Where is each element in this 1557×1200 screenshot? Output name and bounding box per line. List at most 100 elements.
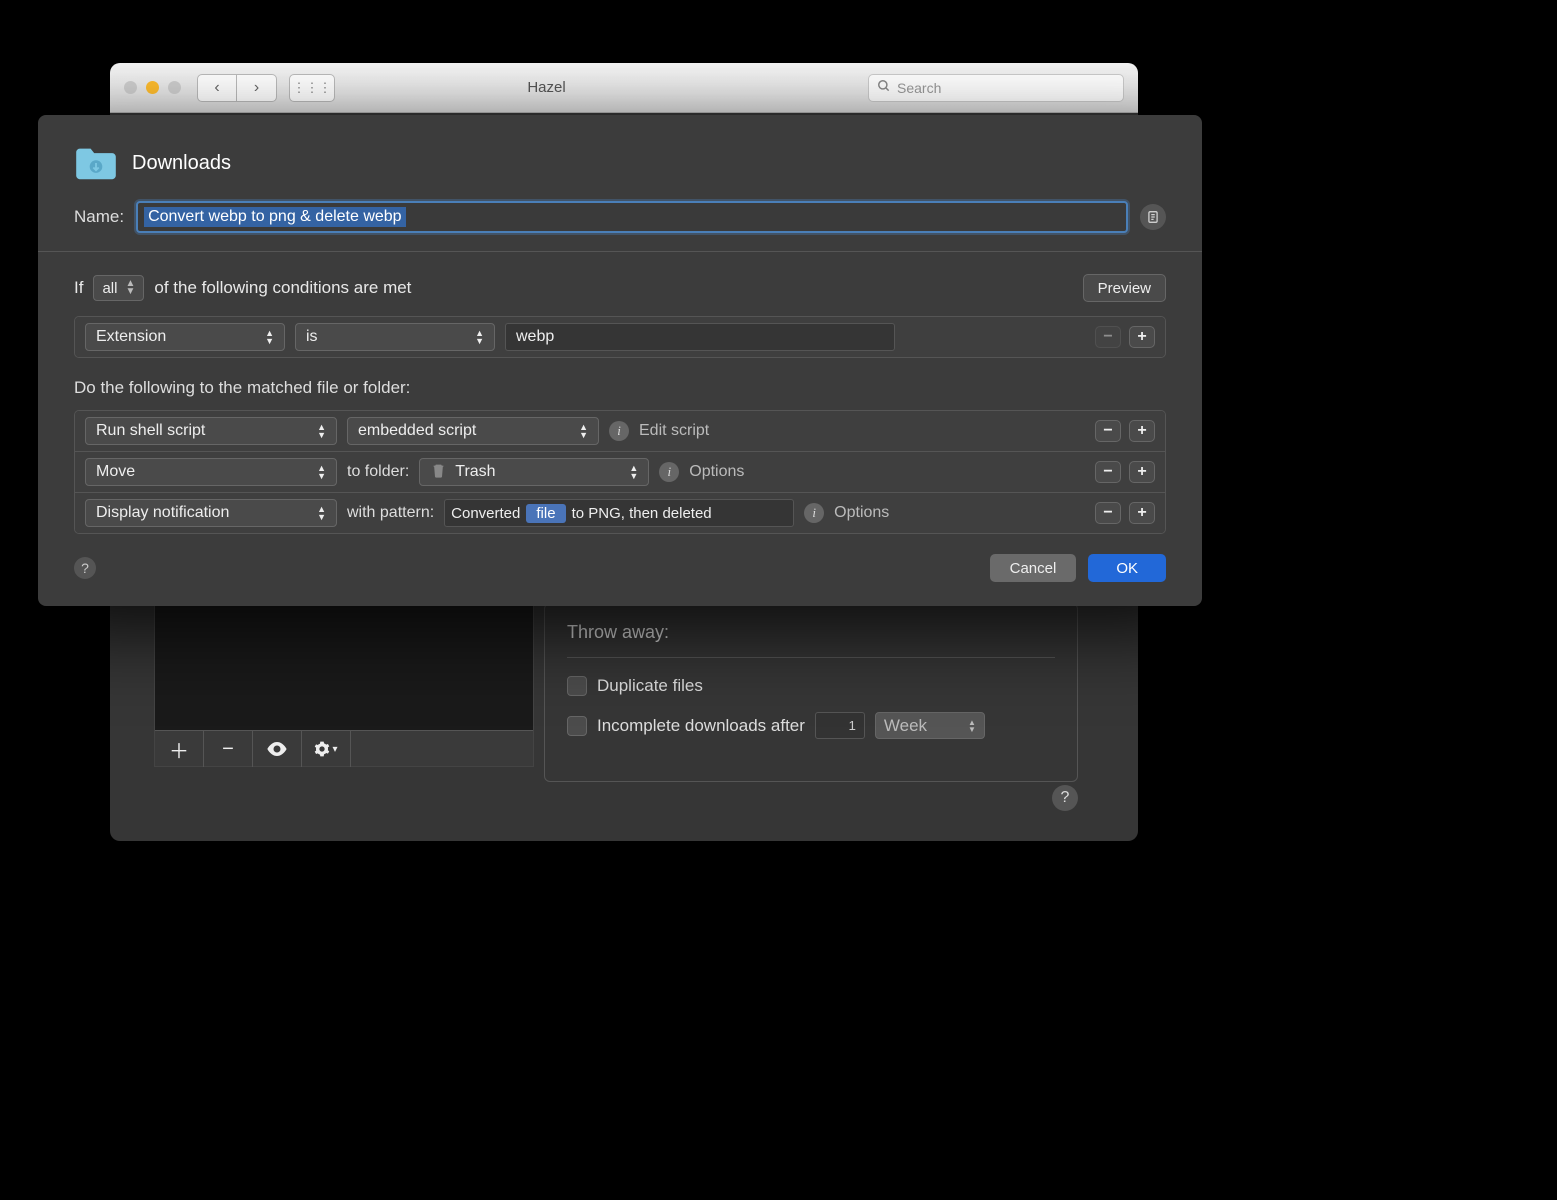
options-link[interactable]: Options [834,504,889,522]
grid-view-button[interactable]: ⋮⋮⋮ [289,74,335,102]
back-button[interactable]: ‹ [197,74,237,102]
attribute-value: Extension [96,328,166,346]
action-type-select[interactable]: Display notification ▲▼ [85,499,337,527]
script-source-value: embedded script [358,422,476,440]
window-title: Hazel [335,79,758,96]
rule-name-input[interactable]: Convert webp to png & delete webp [136,201,1128,233]
if-post-text: of the following conditions are met [154,278,411,298]
minimize-window-button[interactable] [146,81,159,94]
pattern-text: Converted [451,505,520,522]
search-input[interactable]: Search [868,74,1124,102]
cancel-button[interactable]: Cancel [990,554,1077,582]
nav-buttons: ‹ › [197,74,277,102]
row-buttons: − + [1095,420,1155,442]
divider [38,251,1202,252]
stepper-arrows-icon: ▲▼ [475,329,484,345]
incomplete-downloads-row: Incomplete downloads after Week ▲▼ [567,712,1055,739]
incomplete-unit-select[interactable]: Week ▲▼ [875,712,985,739]
stepper-arrows-icon: ▲▼ [968,719,976,733]
remove-action-button[interactable]: − [1095,420,1121,442]
grid-icon: ⋮⋮⋮ [293,80,332,96]
divider [567,657,1055,658]
incomplete-downloads-label: Incomplete downloads after [597,716,805,736]
stepper-arrows-icon: ▲▼ [317,423,326,439]
incomplete-downloads-checkbox[interactable] [567,716,587,736]
unit-value: Week [884,716,927,736]
condition-row: Extension ▲▼ is ▲▼ − + [75,317,1165,357]
remove-condition-button[interactable]: − [1095,326,1121,348]
condition-operator-select[interactable]: is ▲▼ [295,323,495,351]
rules-toolbar: ＋ − ▾ [155,730,533,766]
pattern-text: to PNG, then deleted [572,505,712,522]
target-value: Trash [455,463,495,481]
rules-list-panel: ＋ − ▾ [154,603,534,767]
condition-attribute-select[interactable]: Extension ▲▼ [85,323,285,351]
ok-button[interactable]: OK [1088,554,1166,582]
throw-away-panel: Throw away: Duplicate files Incomplete d… [544,603,1078,782]
info-icon[interactable]: i [659,462,679,482]
preview-button[interactable]: Preview [1083,274,1166,302]
edit-script-link[interactable]: Edit script [639,422,709,440]
action-row: Move ▲▼ to folder: Trash ▲▼ i Options − … [75,452,1165,493]
chevron-right-icon: › [254,79,259,97]
operator-value: is [306,328,318,346]
folder-name: Downloads [132,152,231,175]
info-icon[interactable]: i [609,421,629,441]
notification-pattern-input[interactable]: Converted file to PNG, then deleted [444,499,794,527]
target-folder-select[interactable]: Trash ▲▼ [419,458,649,486]
row-buttons: − + [1095,502,1155,524]
rule-editor-dialog: Downloads Name: Convert webp to png & de… [38,115,1202,606]
name-row: Name: Convert webp to png & delete webp [74,201,1166,233]
throw-away-title: Throw away: [567,622,1055,643]
add-rule-button[interactable]: ＋ [155,731,204,767]
stepper-arrows-icon: ▲▼ [579,423,588,439]
stepper-arrows-icon: ▲▼ [317,464,326,480]
duplicate-files-checkbox[interactable] [567,676,587,696]
chevron-left-icon: ‹ [214,79,219,97]
remove-rule-button[interactable]: − [204,731,253,767]
close-window-button[interactable] [124,81,137,94]
folder-icon [74,145,118,181]
actions-label: Do the following to the matched file or … [74,378,1166,398]
remove-action-button[interactable]: − [1095,502,1121,524]
add-condition-button[interactable]: + [1129,326,1155,348]
folder-header: Downloads [74,145,1166,181]
stepper-arrows-icon: ▲▼ [125,280,135,296]
incomplete-value-input[interactable] [815,712,865,739]
conditions-box: Extension ▲▼ is ▲▼ − + [74,316,1166,358]
remove-action-button[interactable]: − [1095,461,1121,483]
maximize-window-button[interactable] [168,81,181,94]
options-link[interactable]: Options [689,463,744,481]
forward-button[interactable]: › [237,74,277,102]
action-type-select[interactable]: Move ▲▼ [85,458,337,486]
to-folder-label: to folder: [347,463,409,481]
rule-name-value: Convert webp to png & delete webp [144,207,406,227]
action-type-value: Display notification [96,504,229,522]
notes-button[interactable] [1140,204,1166,230]
preview-rule-button[interactable] [253,731,302,767]
condition-value-input[interactable] [505,323,895,351]
if-text: If [74,278,83,298]
action-type-select[interactable]: Run shell script ▲▼ [85,417,337,445]
stepper-arrows-icon: ▲▼ [629,464,638,480]
action-row: Run shell script ▲▼ embedded script ▲▼ i… [75,411,1165,452]
add-action-button[interactable]: + [1129,502,1155,524]
condition-scope-select[interactable]: all ▲▼ [93,275,144,301]
help-button[interactable]: ? [74,557,96,579]
script-source-select[interactable]: embedded script ▲▼ [347,417,599,445]
scope-value: all [102,280,117,297]
action-row: Display notification ▲▼ with pattern: Co… [75,493,1165,533]
name-label: Name: [74,207,124,227]
rule-settings-button[interactable]: ▾ [302,731,351,767]
stepper-arrows-icon: ▲▼ [317,505,326,521]
conditions-header: If all ▲▼ of the following conditions ar… [74,274,1166,302]
add-action-button[interactable]: + [1129,420,1155,442]
search-icon [877,79,891,96]
help-button[interactable]: ? [1052,785,1078,811]
info-icon[interactable]: i [804,503,824,523]
action-type-value: Run shell script [96,422,205,440]
action-type-value: Move [96,463,135,481]
trash-icon [432,462,445,483]
file-token: file [526,504,565,523]
add-action-button[interactable]: + [1129,461,1155,483]
